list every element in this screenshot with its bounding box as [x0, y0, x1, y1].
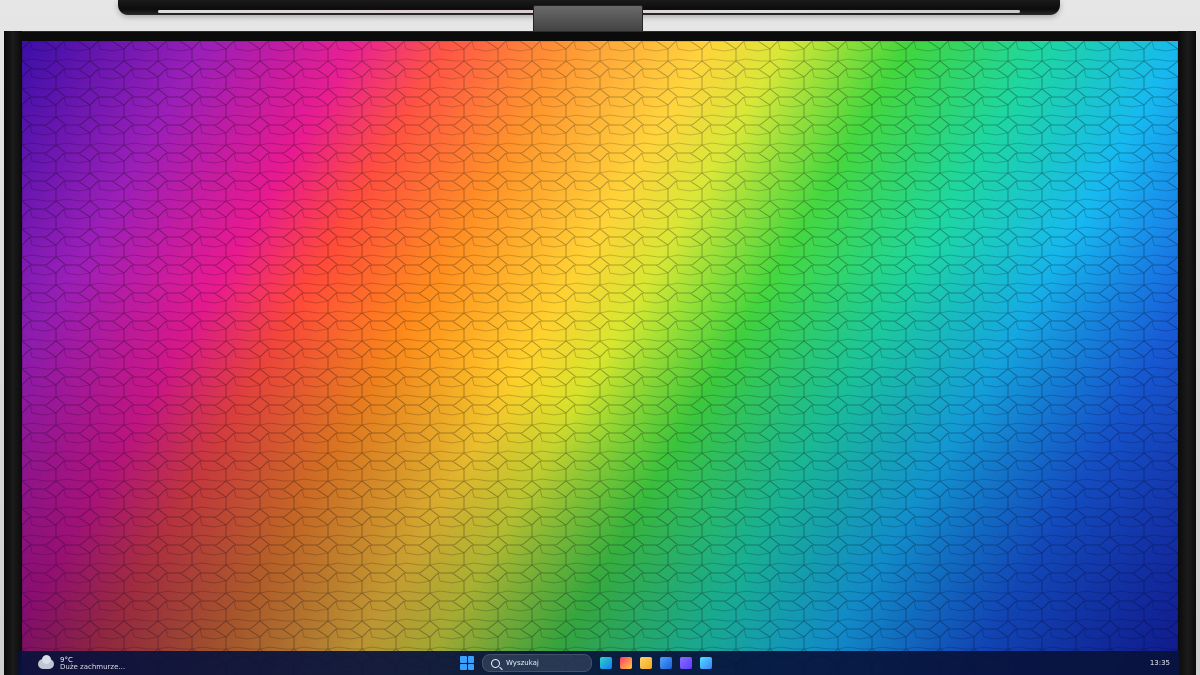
- voronoi-cells: [22, 41, 1184, 675]
- weather-description: Duże zachmurze...: [60, 663, 126, 671]
- search-label: Wyszukaj: [506, 659, 539, 667]
- search-icon: [491, 658, 500, 668]
- mail-icon[interactable]: [660, 657, 672, 669]
- taskbar-center: Wyszukaj: [460, 653, 712, 673]
- store-icon[interactable]: [620, 657, 632, 669]
- monitor: [4, 31, 1196, 675]
- windows-logo-quad-1: [460, 656, 467, 663]
- windows-logo-quad-3: [460, 663, 467, 670]
- monitor-bezel-right: [1178, 31, 1196, 675]
- taskbar: 9°C Duże zachmurze... Wyszukaj 13:35: [18, 651, 1180, 675]
- weather-text: 9°C Duże zachmurze...: [60, 657, 125, 671]
- clock[interactable]: 13:35: [1150, 659, 1170, 667]
- system-tray: 13:35: [1150, 654, 1170, 672]
- windows-logo-quad-4: [467, 663, 474, 670]
- file-explorer-icon[interactable]: [640, 657, 652, 669]
- windows-logo-quad-2: [467, 656, 474, 663]
- weather-widget[interactable]: 9°C Duże zachmurze...: [38, 654, 125, 674]
- teams-icon[interactable]: [680, 657, 692, 669]
- start-button[interactable]: [460, 656, 474, 670]
- cloud-icon: [38, 655, 54, 669]
- desktop-wallpaper: [22, 41, 1184, 675]
- photos-icon[interactable]: [700, 657, 712, 669]
- monitor-bezel-left: [4, 31, 22, 675]
- edge-icon[interactable]: [600, 657, 612, 669]
- taskbar-search[interactable]: Wyszukaj: [482, 654, 592, 672]
